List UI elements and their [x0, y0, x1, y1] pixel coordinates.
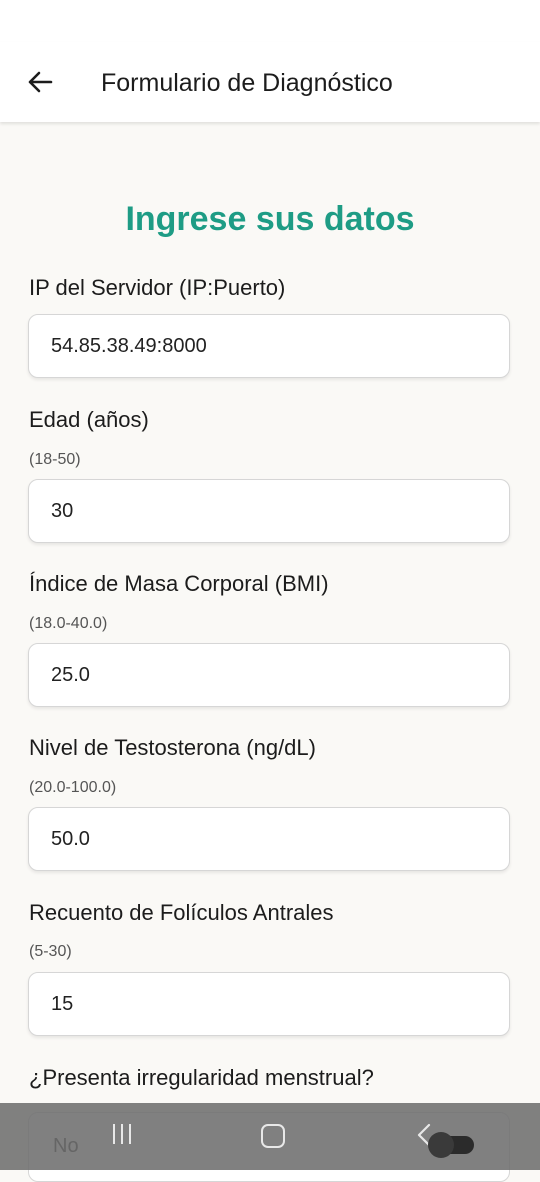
- form-heading: Ingrese sus datos: [125, 200, 415, 238]
- app-title: Formulario de Diagnóstico: [101, 69, 393, 97]
- age-label: Edad (años): [29, 407, 149, 432]
- testosterone-hint: (20.0-100.0): [29, 779, 117, 796]
- status-bar: [0, 0, 540, 42]
- testosterone-input[interactable]: [51, 808, 491, 870]
- age-input[interactable]: [51, 480, 491, 542]
- server-ip-input[interactable]: [51, 315, 491, 377]
- home-icon[interactable]: [261, 1124, 285, 1148]
- back-button[interactable]: [20, 62, 60, 102]
- recents-icon[interactable]: [111, 1124, 135, 1146]
- age-hint: (18-50): [29, 451, 81, 468]
- menstrual-irregularity-toggle[interactable]: [428, 1132, 476, 1158]
- testosterone-field[interactable]: [28, 807, 510, 871]
- age-field[interactable]: [28, 479, 510, 543]
- follicle-count-field[interactable]: [28, 972, 510, 1036]
- server-ip-field[interactable]: [28, 314, 510, 378]
- bmi-field[interactable]: [28, 643, 510, 707]
- follicle-count-input[interactable]: [51, 973, 491, 1035]
- testosterone-label: Nivel de Testosterona (ng/dL): [29, 735, 316, 760]
- menstrual-irregularity-label: ¿Presenta irregularidad menstrual?: [29, 1065, 374, 1090]
- server-ip-label: IP del Servidor (IP:Puerto): [29, 275, 286, 300]
- follicle-count-hint: (5-30): [29, 943, 72, 960]
- bmi-label: Índice de Masa Corporal (BMI): [29, 571, 329, 596]
- bmi-input[interactable]: [51, 644, 491, 706]
- arrow-left-icon: [28, 71, 53, 93]
- app-bar: Formulario de Diagnóstico: [0, 42, 540, 122]
- bmi-hint: (18.0-40.0): [29, 615, 108, 632]
- follicle-count-label: Recuento de Folículos Antrales: [29, 900, 334, 925]
- toggle-knob: [428, 1132, 454, 1158]
